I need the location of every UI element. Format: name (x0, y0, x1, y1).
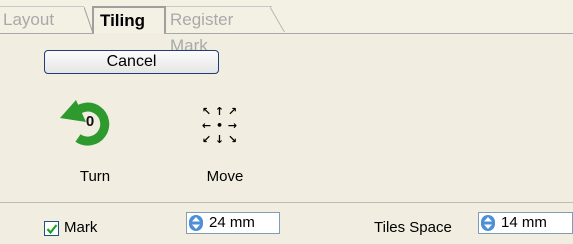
arrow-up-left-icon[interactable]: ↖ (200, 105, 213, 119)
mark-checkbox[interactable] (44, 221, 59, 236)
move-label: Move (206, 168, 244, 185)
check-icon (46, 224, 58, 235)
spin-arrows-icon[interactable] (189, 215, 203, 231)
arrow-down-left-icon[interactable]: ↙ (200, 133, 213, 147)
tab-tiling[interactable]: Tiling (92, 6, 166, 34)
tab-register-mark[interactable]: Register Mark (166, 6, 272, 55)
tab-layout[interactable]: Layout (0, 6, 84, 32)
center-dot-icon[interactable]: • (213, 119, 226, 133)
move-arrows-icon[interactable]: ↖ ↑ ↗ ← • → ↙ ↓ ↘ (200, 105, 240, 147)
turn-value: 0 (85, 113, 95, 130)
arrow-up-right-icon[interactable]: ↗ (226, 105, 239, 119)
tiles-space-value[interactable]: 14 mm (501, 214, 547, 232)
mark-size-stepper[interactable]: 24 mm (186, 212, 280, 234)
tab-strip: Layout Tiling Register Mark (0, 0, 573, 55)
tiling-panel: Layout Tiling Register Mark Cancel 0 Tur… (0, 0, 573, 244)
arrow-down-right-icon[interactable]: ↘ (226, 133, 239, 147)
tiles-space-label: Tiles Space (374, 219, 452, 236)
mark-size-value[interactable]: 24 mm (209, 214, 255, 232)
arrow-right-icon[interactable]: → (226, 119, 239, 133)
mark-label: Mark (64, 219, 98, 236)
arrow-up-icon[interactable]: ↑ (213, 105, 226, 119)
spin-arrows-icon[interactable] (481, 215, 495, 231)
tab-divider (270, 6, 286, 32)
cancel-button[interactable]: Cancel (44, 50, 219, 74)
active-tab-gap (94, 33, 164, 35)
arrow-left-icon[interactable]: ← (200, 119, 213, 133)
separator (0, 202, 573, 203)
turn-label: Turn (79, 168, 111, 185)
arrow-down-icon[interactable]: ↓ (213, 133, 226, 147)
tiles-space-stepper[interactable]: 14 mm (478, 212, 573, 234)
tab-baseline (0, 33, 573, 34)
